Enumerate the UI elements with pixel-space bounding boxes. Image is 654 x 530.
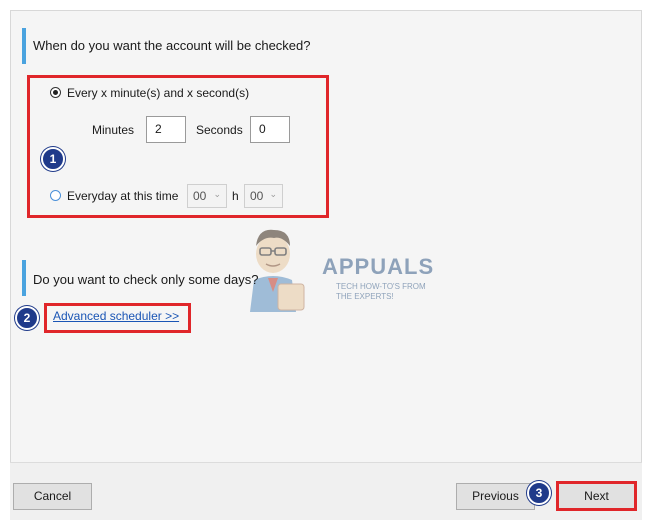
minute-select[interactable]: 00 ⌄: [244, 184, 283, 208]
section-accent-bar: [22, 260, 26, 296]
step-badge-2: 2: [15, 306, 39, 330]
previous-button[interactable]: Previous: [456, 483, 535, 510]
daily-radio[interactable]: [50, 190, 61, 201]
next-button[interactable]: Next: [556, 481, 637, 511]
section-accent-bar: [22, 28, 26, 64]
step-badge-1: 1: [41, 147, 65, 171]
chevron-down-icon: ⌄: [269, 189, 277, 199]
advanced-scheduler-link[interactable]: Advanced scheduler >>: [53, 309, 179, 323]
hour-select[interactable]: 00 ⌄: [187, 184, 227, 208]
interval-option-label[interactable]: Every x minute(s) and x second(s): [67, 86, 249, 100]
hour-separator-label: h: [232, 189, 239, 203]
minutes-label: Minutes: [92, 123, 135, 137]
watermark-tagline-1: TECH HOW-TO'S FROM: [336, 282, 426, 291]
appuals-watermark: APPUALS TECH HOW-TO'S FROM THE EXPERTS!: [238, 222, 433, 312]
watermark-brand: APPUALS: [322, 254, 435, 279]
step-badge-3: 3: [527, 481, 551, 505]
chevron-down-icon: ⌄: [213, 189, 221, 199]
schedule-question: When do you want the account will be che…: [33, 38, 311, 53]
hour-select-value: 00: [193, 189, 207, 203]
cancel-button[interactable]: Cancel: [13, 483, 92, 510]
days-question: Do you want to check only some days?: [33, 272, 259, 287]
seconds-input[interactable]: 0: [250, 116, 290, 143]
minute-select-value: 00: [250, 189, 264, 203]
interval-radio[interactable]: [50, 87, 61, 98]
watermark-tagline-2: THE EXPERTS!: [336, 292, 394, 301]
daily-option-label[interactable]: Everyday at this time: [67, 189, 178, 203]
minutes-input[interactable]: 2: [146, 116, 186, 143]
seconds-label: Seconds: [196, 123, 243, 137]
